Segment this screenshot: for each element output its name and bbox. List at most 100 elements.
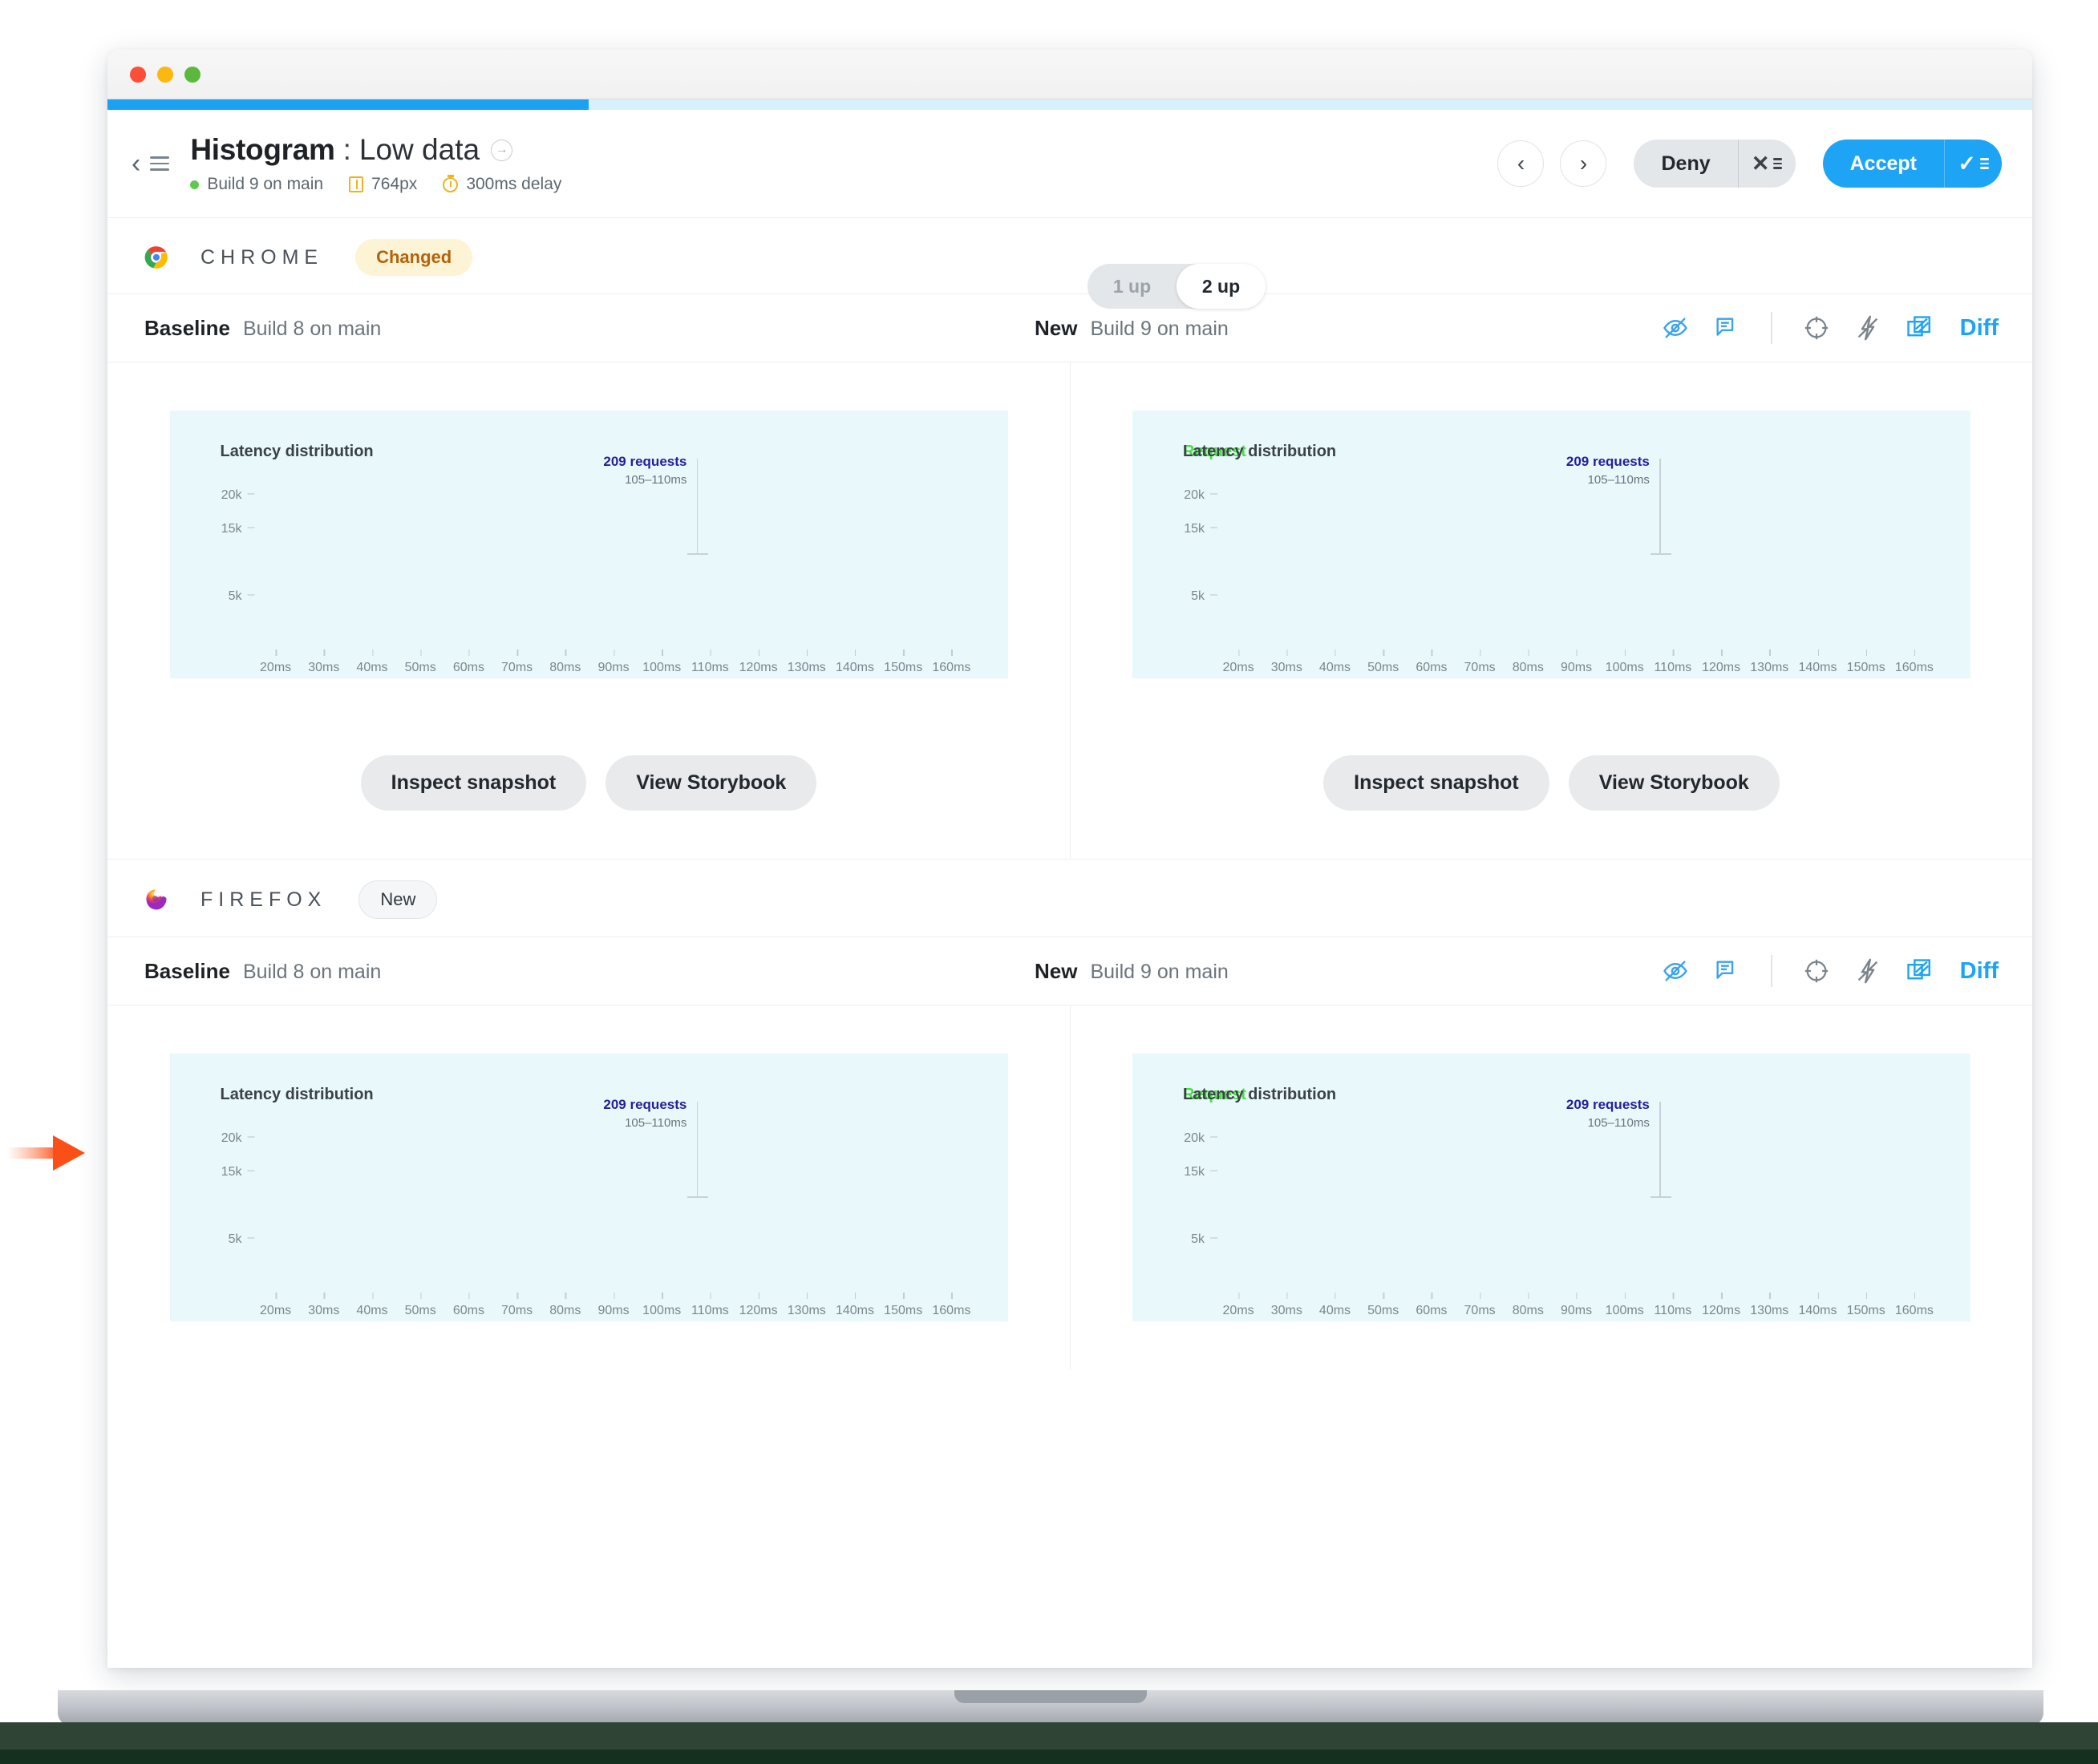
y-axis-tick: 20k bbox=[221, 1130, 254, 1146]
new-pane: Request Latency distribution 5k 15k 20k 20… bbox=[1070, 1005, 2032, 1370]
inspect-snapshot-button[interactable]: Inspect snapshot bbox=[1323, 755, 1549, 811]
accept-options-button[interactable]: ✓ bbox=[1944, 140, 2002, 188]
chart-title: Request Latency distribution bbox=[1183, 1086, 1337, 1103]
y-axis-tick: 20k bbox=[1184, 1130, 1217, 1146]
back-chevron-icon[interactable]: ‹ bbox=[132, 150, 140, 177]
snapshot-panes: Latency distribution 5k 15k 20k 209 reques… bbox=[107, 1005, 2032, 1370]
eye-off-icon[interactable] bbox=[1662, 314, 1689, 342]
window-minimize-button[interactable] bbox=[157, 66, 173, 83]
window-close-button[interactable] bbox=[130, 66, 146, 83]
x-axis-tick: 50ms bbox=[1367, 649, 1399, 674]
diff-label[interactable]: Diff bbox=[1960, 315, 1999, 342]
toolbar-divider bbox=[1771, 955, 1772, 987]
y-axis: 5k 15k 20k bbox=[1161, 468, 1217, 630]
x-axis-tick: 90ms bbox=[1560, 1293, 1593, 1317]
deny-button-group[interactable]: Deny ✕ bbox=[1634, 140, 1796, 188]
header-nav-left[interactable]: ‹ bbox=[132, 150, 170, 177]
no-flash-icon[interactable] bbox=[1854, 314, 1881, 342]
view-mode-2up[interactable]: 2 up bbox=[1177, 264, 1266, 309]
accept-button[interactable]: Accept bbox=[1823, 140, 1944, 188]
inspect-snapshot-button[interactable]: Inspect snapshot bbox=[360, 755, 587, 811]
x-axis-tick: 50ms bbox=[1367, 1293, 1399, 1317]
browser-section-firefox: FIREFOX New Baseline Build 8 on main New… bbox=[107, 859, 2032, 1370]
meta-viewport-label: 764px bbox=[371, 175, 418, 193]
close-x-icon: ✕ bbox=[1751, 151, 1770, 176]
chart-bars bbox=[1214, 1111, 1938, 1273]
x-axis-tick: 100ms bbox=[642, 1293, 682, 1317]
focus-target-icon[interactable] bbox=[1803, 314, 1830, 342]
deny-button[interactable]: Deny bbox=[1634, 140, 1737, 188]
deny-options-button[interactable]: ✕ bbox=[1737, 140, 1796, 188]
previous-snapshot-button[interactable]: ‹ bbox=[1497, 140, 1545, 187]
title-separator: : bbox=[342, 133, 351, 166]
chart-title: Request Latency distribution bbox=[1183, 443, 1337, 460]
status-badge: Changed bbox=[355, 239, 473, 276]
meta-viewport: 764px bbox=[349, 175, 417, 194]
page-load-progress bbox=[107, 99, 2032, 110]
accept-button-group[interactable]: Accept ✓ bbox=[1822, 140, 2002, 188]
toolbar-divider bbox=[1771, 312, 1772, 344]
snapshot-chart: Latency distribution 5k 15k 20k 209 reques… bbox=[169, 411, 1008, 678]
comment-icon[interactable] bbox=[1713, 957, 1740, 985]
y-axis: 5k 15k 20k bbox=[199, 468, 255, 630]
view-storybook-button[interactable]: View Storybook bbox=[606, 755, 817, 811]
snapshot-actions: Inspect snapshot View Storybook bbox=[360, 755, 817, 811]
y-axis: 5k 15k 20k bbox=[199, 1111, 255, 1273]
x-axis-tick: 70ms bbox=[501, 649, 533, 674]
view-storybook-button[interactable]: View Storybook bbox=[1568, 755, 1780, 811]
snapshot-chart: Latency distribution 5k 15k 20k 209 reques… bbox=[169, 1054, 1008, 1321]
x-axis-tick: 140ms bbox=[1798, 1293, 1837, 1317]
annotation-stem bbox=[1659, 1102, 1661, 1196]
new-label-group: New Build 9 on main bbox=[1035, 959, 1229, 984]
title-block: Histogram : Low data → Build 9 on main 7… bbox=[190, 133, 561, 194]
browser-window: ‹ Histogram : Low data → Build 9 on main bbox=[107, 50, 2032, 1668]
x-axis-tick: 80ms bbox=[549, 1293, 581, 1317]
x-axis-tick: 40ms bbox=[356, 1293, 388, 1317]
check-icon: ✓ bbox=[1958, 151, 1976, 176]
chart-annotation: 209 requests 105–110ms bbox=[1566, 454, 1671, 555]
x-axis-tick: 20ms bbox=[260, 1293, 292, 1317]
baseline-build: Build 8 on main bbox=[242, 960, 382, 983]
story-name: Low data bbox=[358, 133, 480, 166]
annotation-foot bbox=[687, 1196, 709, 1198]
x-axis-tick: 130ms bbox=[787, 649, 826, 674]
firefox-icon bbox=[146, 889, 167, 910]
view-mode-1up[interactable]: 1 up bbox=[1087, 264, 1177, 309]
no-flash-icon[interactable] bbox=[1854, 957, 1881, 985]
chart-annotation: 209 requests 105–110ms bbox=[603, 1097, 709, 1198]
x-axis-tick: 60ms bbox=[452, 1293, 484, 1317]
x-axis-tick: 70ms bbox=[1464, 1293, 1496, 1317]
arrow-circle-right-icon[interactable]: → bbox=[491, 139, 513, 161]
x-axis-tick: 160ms bbox=[1894, 649, 1934, 674]
chart-bars bbox=[252, 468, 976, 630]
snapshot-panes: Latency distribution 5k 15k 20k 209 reques… bbox=[107, 362, 2032, 859]
chart-plot-area: 209 requests 105–110ms bbox=[252, 454, 976, 630]
x-axis-tick: 110ms bbox=[1654, 1293, 1692, 1317]
meta-delay: 300ms delay bbox=[443, 175, 561, 194]
x-axis-tick: 20ms bbox=[1222, 649, 1254, 674]
story-title: Histogram bbox=[190, 133, 335, 166]
diff-layers-icon[interactable] bbox=[1906, 314, 1933, 342]
focus-target-icon[interactable] bbox=[1803, 957, 1830, 985]
annotation-stem bbox=[696, 1102, 699, 1196]
next-snapshot-button[interactable]: › bbox=[1560, 140, 1607, 187]
baseline-label-group: Baseline Build 8 on main bbox=[144, 316, 1035, 341]
y-axis-tick: 15k bbox=[1184, 1163, 1217, 1179]
x-axis-tick: 90ms bbox=[597, 649, 630, 674]
annotation-range: 105–110ms bbox=[1587, 473, 1650, 487]
menu-lines-icon bbox=[1979, 158, 1989, 169]
window-titlebar bbox=[107, 50, 2032, 99]
diff-label[interactable]: Diff bbox=[1960, 958, 1999, 985]
diff-layers-icon[interactable] bbox=[1906, 957, 1933, 985]
eye-off-icon[interactable] bbox=[1662, 957, 1689, 985]
x-axis-tick: 50ms bbox=[404, 649, 436, 674]
snapshot-chart: Request Latency distribution 5k 15k 20k 20… bbox=[1132, 1054, 1970, 1321]
story-list-icon[interactable] bbox=[150, 156, 170, 171]
snapshot-toolbar: Diff bbox=[1662, 955, 1999, 987]
baseline-pane: Latency distribution 5k 15k 20k 209 reques… bbox=[107, 362, 1070, 859]
window-maximize-button[interactable] bbox=[184, 66, 200, 83]
view-mode-switch[interactable]: 1 up 2 up bbox=[1087, 264, 1266, 309]
comment-icon[interactable] bbox=[1713, 314, 1740, 342]
annotation-value: 209 requests bbox=[603, 1097, 687, 1112]
status-dot-icon bbox=[190, 180, 200, 189]
